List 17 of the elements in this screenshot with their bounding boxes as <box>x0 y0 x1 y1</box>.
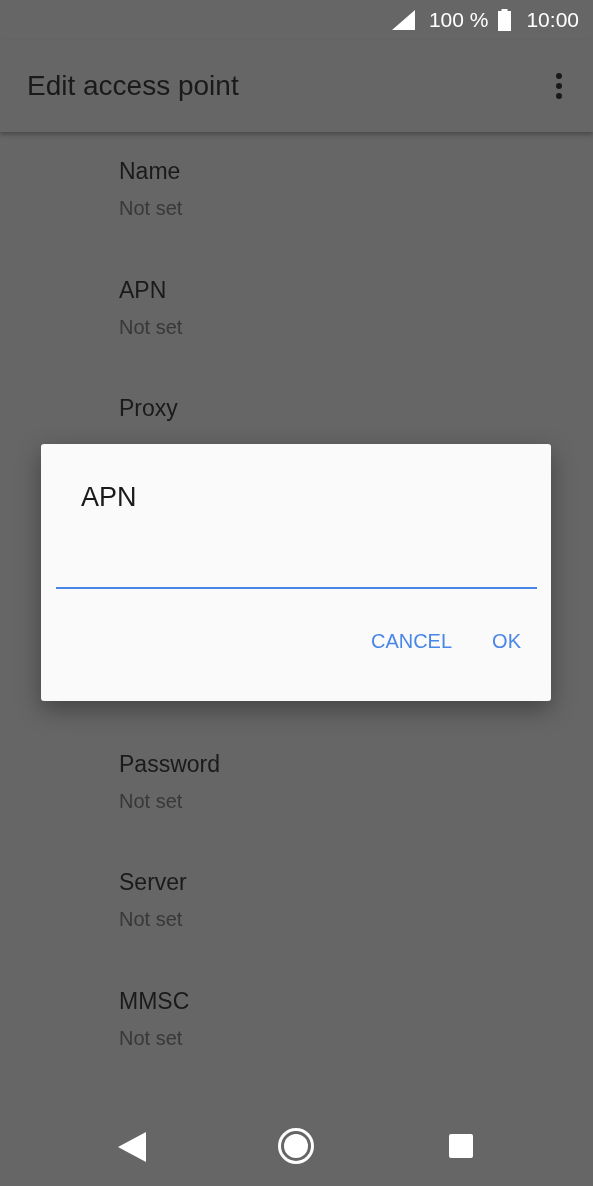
clock-time: 10:00 <box>526 7 579 34</box>
dialog-title: APN <box>81 481 137 513</box>
dialog-button[interactable]: OK <box>478 619 535 663</box>
setting-title[interactable]: Proxy <box>119 394 178 422</box>
setting-title[interactable]: Password <box>119 749 220 778</box>
overflow-menu-icon[interactable] <box>555 72 563 100</box>
dialog-button[interactable]: CANCEL <box>356 619 467 663</box>
setting-title[interactable]: MMSC <box>119 986 190 1015</box>
home-icon[interactable] <box>277 1127 315 1165</box>
setting-title[interactable]: APN <box>119 275 167 304</box>
battery-icon <box>498 9 512 31</box>
signal-icon <box>391 10 415 30</box>
screen-title: Edit access point <box>27 69 239 103</box>
setting-title[interactable]: Server <box>119 868 187 896</box>
battery-percentage: 100 % <box>428 7 489 34</box>
back-icon[interactable] <box>118 1132 146 1162</box>
setting-title[interactable]: Name <box>119 157 181 185</box>
